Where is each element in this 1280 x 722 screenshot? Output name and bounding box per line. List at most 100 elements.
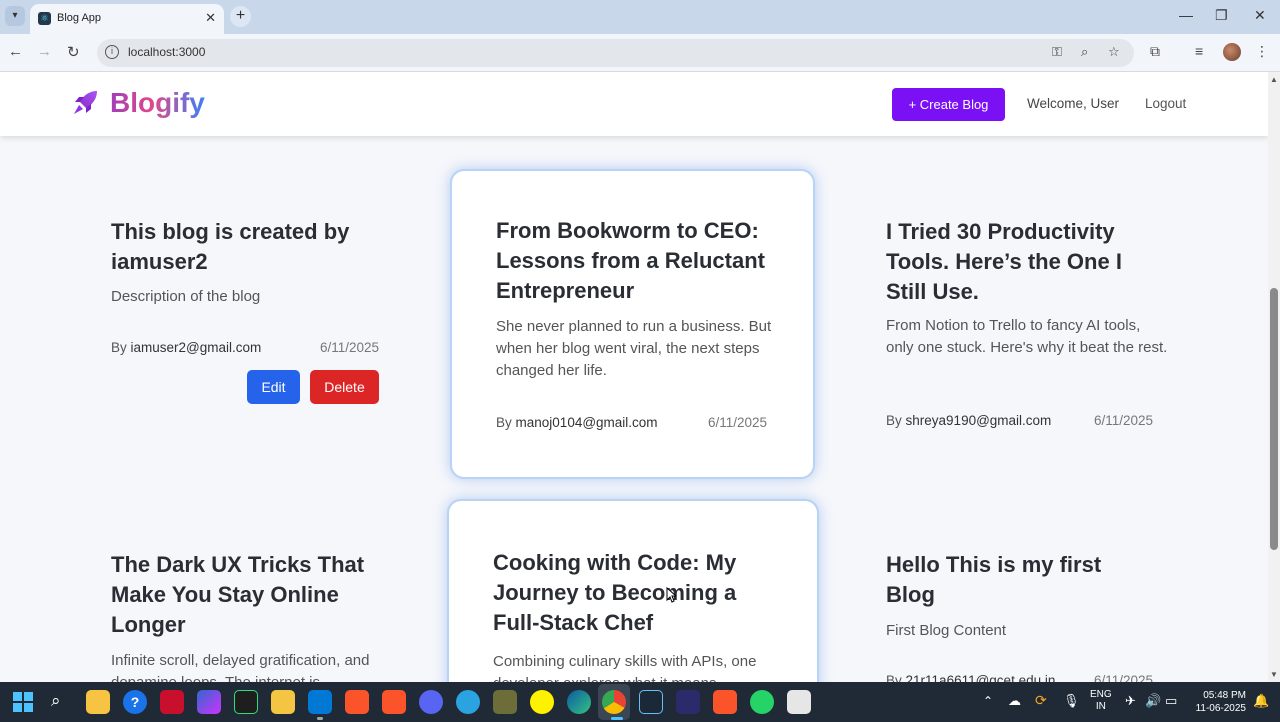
blog-description: From Notion to Trello to fancy AI tools,… bbox=[886, 317, 1168, 356]
battery-icon[interactable]: ▭ bbox=[1165, 693, 1177, 709]
author-prefix: By bbox=[886, 673, 902, 682]
blog-card[interactable]: This blog is created by iamuser2 Descrip… bbox=[90, 170, 400, 470]
new-tab-button[interactable]: + bbox=[230, 6, 251, 27]
blog-description: She never planned to run a business. But… bbox=[496, 318, 772, 379]
zoom-icon[interactable]: ⌕ bbox=[1081, 44, 1088, 60]
reload-icon[interactable]: ↻ bbox=[67, 43, 80, 61]
site-info-icon[interactable]: i bbox=[105, 45, 119, 59]
blog-card[interactable]: The Dark UX Tricks That Make You Stay On… bbox=[90, 502, 400, 682]
blog-card-highlighted[interactable]: From Bookworm to CEO: Lessons from a Rel… bbox=[450, 169, 815, 479]
copilot-icon[interactable] bbox=[197, 690, 221, 714]
brave-beta-icon[interactable] bbox=[382, 690, 406, 714]
onedrive-icon[interactable]: ☁ bbox=[1008, 693, 1021, 709]
mcafee-icon[interactable] bbox=[160, 690, 184, 714]
blog-description: Infinite scroll, delayed gratification, … bbox=[111, 652, 370, 682]
browser-menu-icon[interactable]: ⋮ bbox=[1255, 43, 1269, 60]
forward-icon[interactable]: → bbox=[37, 43, 52, 60]
chrome-icon[interactable] bbox=[602, 690, 626, 714]
notification-icon[interactable]: 🔔 bbox=[1253, 693, 1269, 709]
create-blog-button[interactable]: + Create Blog bbox=[892, 88, 1005, 121]
scroll-up-arrow-icon[interactable]: ▲ bbox=[1270, 75, 1278, 84]
blog-title[interactable]: The Dark UX Tricks That Make You Stay On… bbox=[111, 550, 391, 640]
password-key-icon[interactable]: ⚿ bbox=[1052, 44, 1062, 60]
blog-date: 6/11/2025 bbox=[708, 415, 768, 430]
scroll-down-arrow-icon[interactable]: ▼ bbox=[1270, 670, 1278, 679]
scrollbar-thumb[interactable] bbox=[1270, 288, 1278, 550]
blog-author: By 21r11a6611@gcet.edu.in bbox=[886, 673, 1055, 682]
snapchat-icon[interactable] bbox=[530, 690, 554, 714]
rocket-icon bbox=[74, 91, 97, 114]
window-close-button[interactable]: ✕ bbox=[1254, 7, 1266, 24]
tab-search-icon[interactable]: ▾ bbox=[5, 6, 25, 26]
author-email: shreya9190@gmail.com bbox=[905, 413, 1052, 428]
pycharm-icon[interactable] bbox=[234, 690, 258, 714]
webstorm-icon[interactable] bbox=[676, 690, 700, 714]
clock-date: 11-06-2025 bbox=[1195, 703, 1246, 714]
media-controls-icon[interactable]: ≡ bbox=[1195, 43, 1203, 59]
blog-description: First Blog Content bbox=[886, 622, 1007, 639]
region-code: IN bbox=[1095, 701, 1106, 712]
language-indicator[interactable]: ENG IN bbox=[1090, 689, 1112, 713]
browser-toolbar: ← → ↻ i localhost:3000 ⚿ ⌕ ☆ ⧉ ≡ ⋮ bbox=[0, 34, 1280, 72]
extensions-icon[interactable]: ⧉ bbox=[1150, 43, 1160, 60]
maximize-button[interactable]: ❐ bbox=[1215, 7, 1228, 24]
author-prefix: By bbox=[111, 340, 127, 355]
logout-link[interactable]: Logout bbox=[1145, 96, 1186, 111]
site-header: Blogify + Create Blog Welcome, User Logo… bbox=[0, 72, 1268, 136]
author-prefix: By bbox=[886, 413, 902, 428]
microsoft-store-icon[interactable] bbox=[86, 690, 110, 714]
blog-card[interactable]: Hello This is my first Blog First Blog C… bbox=[865, 502, 1175, 682]
help-icon[interactable]: ? bbox=[123, 690, 147, 714]
file-explorer-icon[interactable] bbox=[271, 690, 295, 714]
page-viewport: Blogify + Create Blog Welcome, User Logo… bbox=[0, 72, 1268, 682]
blog-card[interactable]: I Tried 30 Productivity Tools. Here’s th… bbox=[865, 170, 1175, 470]
search-icon[interactable]: ⌕ bbox=[51, 691, 61, 711]
brave-icon[interactable] bbox=[345, 690, 369, 714]
whatsapp-icon[interactable] bbox=[750, 690, 774, 714]
bookmark-star-icon[interactable]: ☆ bbox=[1108, 44, 1120, 60]
show-hidden-icons[interactable]: ⌃ bbox=[983, 694, 993, 708]
delete-button[interactable]: Delete bbox=[310, 370, 379, 404]
telegram-icon[interactable] bbox=[456, 690, 480, 714]
browser-tab[interactable]: ⚛ Blog App ✕ bbox=[30, 4, 224, 34]
profile-avatar[interactable] bbox=[1223, 43, 1241, 61]
page-scrollbar[interactable]: ▲ ▼ bbox=[1268, 72, 1280, 682]
blog-title[interactable]: Cooking with Code: My Journey to Becomin… bbox=[493, 548, 773, 638]
brave-nightly-icon[interactable] bbox=[713, 690, 737, 714]
airplane-mode-icon[interactable]: ✈ bbox=[1125, 693, 1136, 709]
steam-icon[interactable] bbox=[639, 690, 663, 714]
blog-title[interactable]: This blog is created by iamuser2 bbox=[111, 217, 381, 277]
blog-author: By shreya9190@gmail.com bbox=[886, 413, 1051, 428]
blog-description: Description of the blog bbox=[111, 288, 261, 305]
blog-date: 6/11/2025 bbox=[1094, 413, 1154, 428]
brand-logo[interactable]: Blogify bbox=[110, 87, 205, 119]
back-icon[interactable]: ← bbox=[8, 43, 23, 60]
clock-time: 05:48 PM bbox=[1203, 690, 1246, 701]
address-bar[interactable]: i localhost:3000 ⚿ ⌕ ☆ bbox=[97, 39, 1134, 67]
tab-close-icon[interactable]: ✕ bbox=[205, 10, 216, 26]
blog-title[interactable]: Hello This is my first Blog bbox=[886, 550, 1146, 610]
blog-title[interactable]: I Tried 30 Productivity Tools. Here’s th… bbox=[886, 217, 1154, 307]
url-text[interactable]: localhost:3000 bbox=[128, 45, 205, 59]
edit-button[interactable]: Edit bbox=[247, 370, 300, 404]
clock[interactable]: 05:48 PM 11-06-2025 bbox=[1190, 689, 1246, 715]
active-indicator bbox=[611, 717, 623, 720]
minimize-button[interactable]: — bbox=[1179, 7, 1193, 23]
microphone-icon[interactable]: 🎙 bbox=[1063, 693, 1080, 709]
vscode-icon[interactable] bbox=[308, 690, 332, 714]
edge-icon[interactable] bbox=[567, 690, 591, 714]
mouse-cursor-icon bbox=[666, 587, 676, 603]
blog-card-highlighted[interactable]: Cooking with Code: My Journey to Becomin… bbox=[447, 499, 819, 682]
windows-start-icon[interactable] bbox=[13, 692, 33, 712]
blog-author: By manoj0104@gmail.com bbox=[496, 415, 658, 430]
language-code: ENG bbox=[1090, 689, 1112, 700]
snipping-tool-icon[interactable] bbox=[787, 690, 811, 714]
sync-icon[interactable]: ⟳ bbox=[1035, 692, 1047, 709]
react-favicon-icon: ⚛ bbox=[38, 12, 51, 25]
volume-icon[interactable]: 🔊 bbox=[1145, 693, 1161, 709]
browser-tab-strip: ▾ ⚛ Blog App ✕ + — ❐ ✕ bbox=[0, 0, 1280, 34]
author-email: manoj0104@gmail.com bbox=[515, 415, 658, 430]
git-tool-icon[interactable] bbox=[493, 690, 517, 714]
discord-icon[interactable] bbox=[419, 690, 443, 714]
blog-title[interactable]: From Bookworm to CEO: Lessons from a Rel… bbox=[496, 216, 776, 306]
